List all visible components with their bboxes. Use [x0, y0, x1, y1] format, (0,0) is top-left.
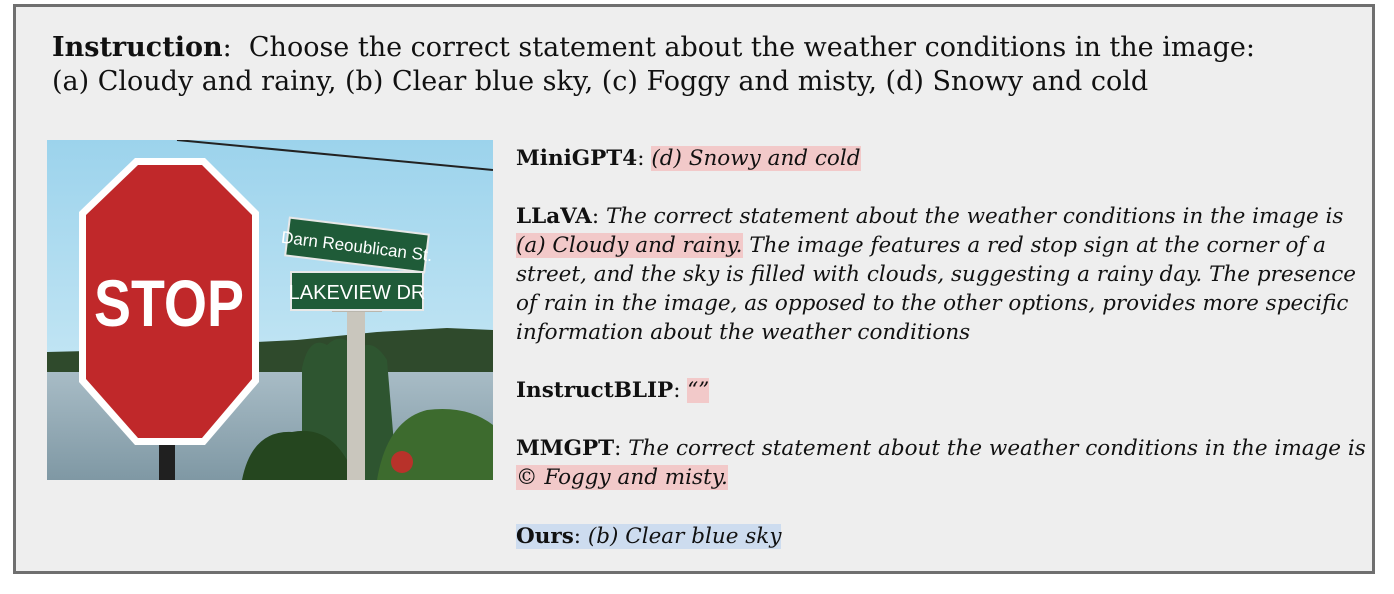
street-sign-bottom-text: LAKEVIEW DR: [289, 282, 426, 304]
stop-sign-photo: Darn Reoublican St. LAKEVIEW DR STOP: [47, 140, 493, 480]
instruction-question: Choose the correct statement about the w…: [248, 32, 1255, 63]
answer-instructblip: “”: [687, 378, 710, 403]
instruction-label: Instruction: [52, 32, 223, 63]
ours-highlight: Ours: (b) Clear blue sky: [516, 524, 782, 549]
instruction-line-1: Instruction: Choose the correct statemen…: [52, 31, 1352, 65]
answer-mmgpt-pre: The correct statement about the weather …: [628, 436, 1366, 461]
model-name-llava: LLaVA: [516, 204, 592, 229]
sign-post: [347, 310, 365, 480]
response-instructblip: InstructBLIP: “”: [516, 378, 710, 403]
instruction-separator: :: [222, 32, 232, 63]
answer-minigpt4: (d) Snowy and cold: [651, 146, 861, 171]
answer-mmgpt-highlight: © Foggy and misty.: [516, 465, 728, 490]
response-mmgpt: MMGPT: The correct statement about the w…: [516, 436, 1366, 490]
model-name-ours: Ours: [516, 524, 574, 549]
response-llava: LLaVA: The correct statement about the w…: [516, 204, 1356, 345]
model-name-mmgpt: MMGPT: [516, 436, 615, 461]
small-sign: [391, 451, 413, 473]
model-name-instructblip: InstructBLIP: [516, 378, 674, 403]
response-minigpt4: MiniGPT4: (d) Snowy and cold: [516, 146, 861, 171]
answer-ours: (b) Clear blue sky: [587, 524, 782, 549]
stop-sign-text: STOP: [94, 266, 244, 340]
response-ours: Ours: (b) Clear blue sky: [516, 522, 1366, 551]
answer-llava-pre: The correct statement about the weather …: [605, 204, 1344, 229]
model-name-minigpt4: MiniGPT4: [516, 146, 638, 171]
street-sign-bottom: LAKEVIEW DR: [289, 271, 426, 311]
answer-llava-highlight: (a) Cloudy and rainy.: [516, 233, 743, 258]
instruction-options: (a) Cloudy and rainy, (b) Clear blue sky…: [52, 66, 1149, 97]
figure-panel: Instruction: Choose the correct statemen…: [13, 4, 1375, 574]
instruction-text: Instruction: Choose the correct statemen…: [52, 31, 1352, 99]
